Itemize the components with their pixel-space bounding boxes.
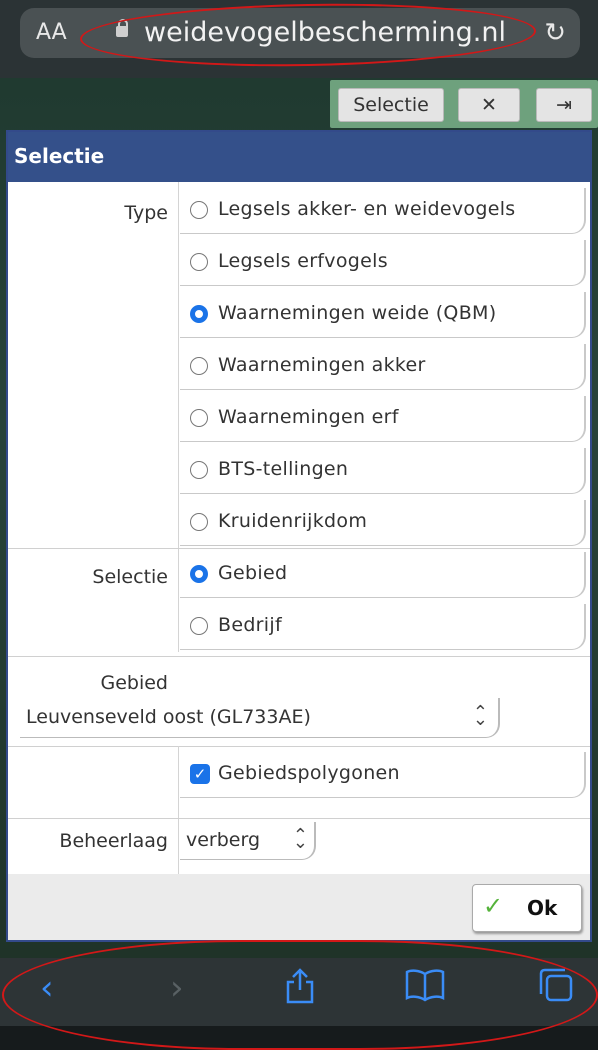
radio-icon[interactable] xyxy=(190,617,208,635)
dialog-title: Selectie xyxy=(8,132,590,182)
radio-icon[interactable] xyxy=(190,253,208,271)
map-toolbar: Selectie ✕ ⇥ xyxy=(330,80,598,128)
radio-icon[interactable] xyxy=(190,201,208,219)
type-option[interactable]: BTS-tellingen xyxy=(180,448,586,494)
gebied-label: Gebied xyxy=(100,672,168,694)
type-option[interactable]: Legsels erfvogels xyxy=(180,240,586,286)
type-option[interactable]: Kruidenrijkdom xyxy=(180,500,586,546)
ok-label: Ok xyxy=(527,896,558,920)
type-option[interactable]: Waarnemingen weide (QBM) xyxy=(180,292,586,338)
dialog-footer: ✓ Ok xyxy=(8,874,590,940)
beheerlaag-select-value: verberg xyxy=(186,829,261,851)
divider xyxy=(8,656,590,657)
option-label: Bedrijf xyxy=(218,614,282,636)
chevron-updown-icon: ⌃ ⌄ xyxy=(472,702,488,730)
divider xyxy=(8,746,590,747)
selectie-label: Selectie xyxy=(92,566,168,588)
login-icon[interactable]: ⇥ xyxy=(536,88,592,122)
selectie-dialog: Selectie Type Legsels akker- en weidevog… xyxy=(6,130,592,942)
divider xyxy=(8,818,590,819)
type-option[interactable]: Waarnemingen akker xyxy=(180,344,586,390)
option-label: Waarnemingen akker xyxy=(218,354,426,376)
reload-icon[interactable]: ↻ xyxy=(544,18,566,48)
radio-icon[interactable] xyxy=(190,409,208,427)
radio-selected-icon[interactable] xyxy=(190,305,208,323)
gebied-select[interactable]: Leuvenseveld oost (GL733AE) ⌃ ⌄ xyxy=(20,698,500,738)
annotation-circle-bottom xyxy=(2,940,598,1050)
type-label: Type xyxy=(124,202,168,224)
browser-address-bar: AA weidevogelbescherming.nl ↻ xyxy=(0,0,598,78)
text-size-button[interactable]: AA xyxy=(36,20,67,45)
type-option[interactable]: Legsels akker- en weidevogels xyxy=(180,188,586,234)
radio-selected-icon[interactable] xyxy=(190,565,208,583)
selectie-option[interactable]: Gebied xyxy=(180,552,586,598)
divider xyxy=(8,548,590,549)
option-label: Waarnemingen erf xyxy=(218,406,399,428)
column-divider xyxy=(178,182,179,652)
radio-icon[interactable] xyxy=(190,357,208,375)
gebied-select-value: Leuvenseveld oost (GL733AE) xyxy=(26,706,311,728)
option-label: BTS-tellingen xyxy=(218,458,349,480)
beheerlaag-select[interactable]: verberg ⌃ ⌄ xyxy=(180,822,316,860)
gebiedspolygonen-option[interactable]: ✓ Gebiedspolygonen xyxy=(180,752,586,798)
checkbox-checked-icon[interactable]: ✓ xyxy=(190,764,210,784)
selectie-option[interactable]: Bedrijf xyxy=(180,604,586,650)
type-option[interactable]: Waarnemingen erf xyxy=(180,396,586,442)
option-label: Legsels akker- en weidevogels xyxy=(218,198,516,220)
close-icon[interactable]: ✕ xyxy=(458,88,520,122)
radio-icon[interactable] xyxy=(190,513,208,531)
option-label: Legsels erfvogels xyxy=(218,250,388,272)
beheerlaag-label: Beheerlaag xyxy=(59,830,168,852)
option-label: Kruidenrijkdom xyxy=(218,510,368,532)
checkmark-icon: ✓ xyxy=(483,892,504,920)
selectie-button[interactable]: Selectie xyxy=(338,88,444,122)
option-label: Gebied xyxy=(218,562,288,584)
ok-button[interactable]: ✓ Ok xyxy=(472,884,582,932)
option-label: Waarnemingen weide (QBM) xyxy=(218,302,497,324)
option-label: Gebiedspolygonen xyxy=(218,762,400,784)
chevron-updown-icon: ⌃ ⌄ xyxy=(292,825,308,853)
radio-icon[interactable] xyxy=(190,461,208,479)
column-divider xyxy=(178,746,179,874)
